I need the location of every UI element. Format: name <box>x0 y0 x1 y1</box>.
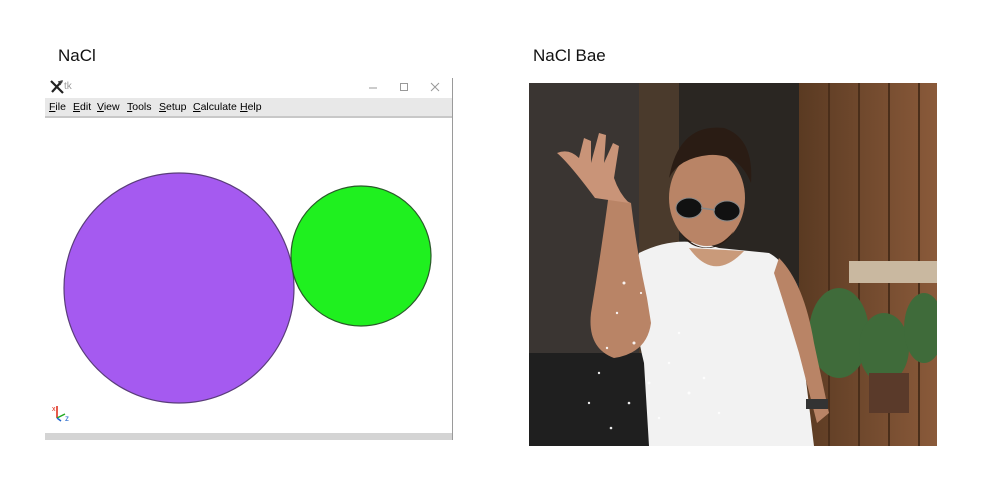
small-green-circle <box>290 185 432 327</box>
tk-window: tk File Edit View Tools Setup Calculate … <box>45 78 453 440</box>
large-purple-circle <box>63 172 295 404</box>
window-title: tk <box>64 81 72 92</box>
svg-text:z: z <box>65 414 69 423</box>
menu-bar: File Edit View Tools Setup Calculate Hel… <box>45 98 452 118</box>
maximize-button[interactable] <box>390 78 418 97</box>
title-bar[interactable]: tk <box>45 78 452 97</box>
status-bar <box>45 433 452 440</box>
xyz-axes-icon: x z <box>52 406 69 423</box>
caption-nacl: NaCl <box>58 46 96 65</box>
render-canvas[interactable]: x z <box>45 118 452 433</box>
menu-tools[interactable]: Tools <box>127 101 152 113</box>
close-button[interactable] <box>421 78 449 97</box>
minimize-button[interactable] <box>359 78 387 97</box>
menu-setup[interactable]: Setup <box>159 101 186 113</box>
minimize-icon <box>368 79 378 97</box>
menu-view[interactable]: View <box>97 101 120 113</box>
maximize-icon <box>399 79 409 97</box>
menu-help[interactable]: Help <box>240 101 262 113</box>
menu-file[interactable]: File <box>49 101 66 113</box>
svg-text:x: x <box>52 406 56 413</box>
tk-feather-icon <box>49 79 65 95</box>
close-icon <box>430 79 440 97</box>
menu-edit[interactable]: Edit <box>73 101 91 113</box>
photo-salt-sprinkle <box>529 83 937 446</box>
menu-calculate[interactable]: Calculate <box>193 101 237 113</box>
caption-nacl-bae: NaCl Bae <box>533 46 606 65</box>
